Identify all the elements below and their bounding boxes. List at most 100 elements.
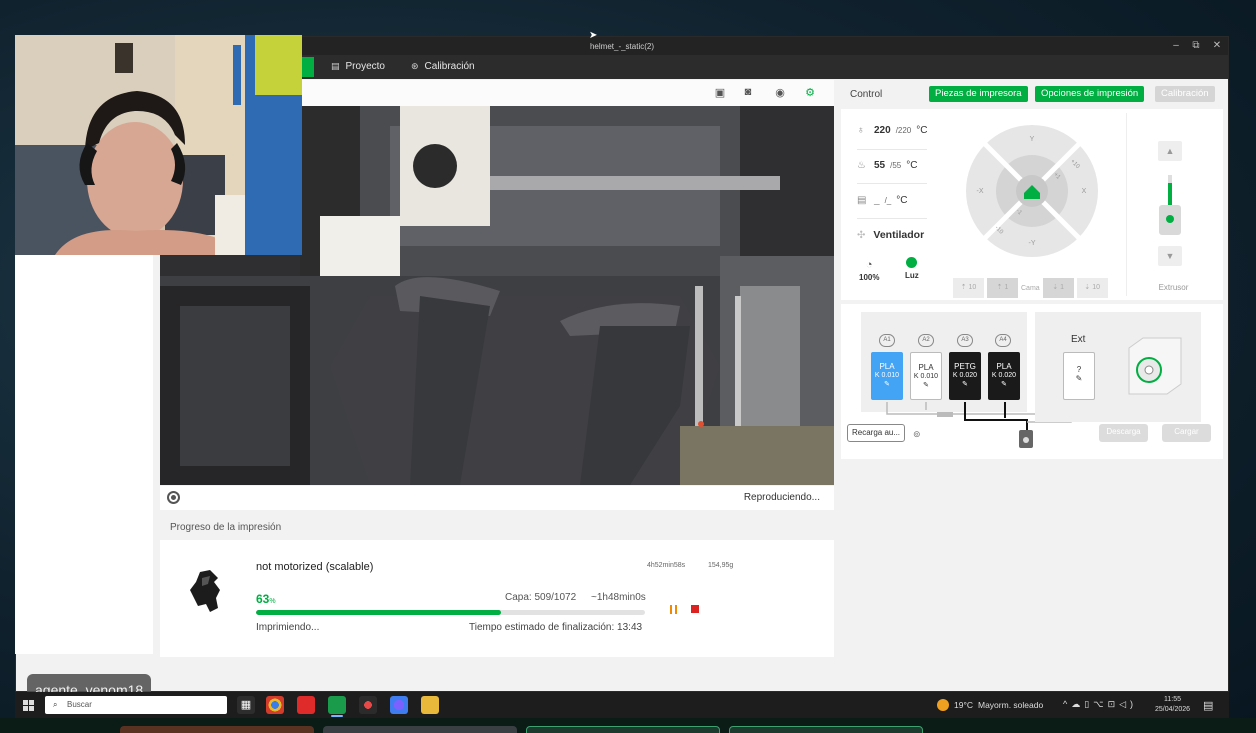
mouse-cursor-icon: ➤ <box>589 30 598 41</box>
nozzle-temp-row[interactable]: ♁ 220 /220 °C <box>857 125 928 136</box>
taskbar-search-box[interactable]: ⌕ Buscar <box>45 696 227 714</box>
search-placeholder: Buscar <box>67 700 92 709</box>
background-card <box>323 726 517 733</box>
fan-control[interactable]: ✣ Ventilador <box>857 229 924 241</box>
windows-taskbar: ⌕ Buscar ▦ 19°C Mayorm. soleado ^☁▯⌥⊡◁) … <box>15 692 1229 718</box>
usb-icon: ⌥ <box>1093 699 1108 709</box>
calibration-button[interactable]: Calibración <box>1155 86 1215 102</box>
auto-refill-button[interactable]: Recarga au... <box>847 424 906 442</box>
light-label: Luz <box>905 271 919 280</box>
layer-counter: Capa: 509/1072 <box>505 592 577 603</box>
streamer-webcam <box>15 35 302 255</box>
speedometer-icon: ◔ <box>865 259 873 271</box>
camera-playback-status: Reproduciendo... <box>743 492 820 503</box>
print-options-button[interactable]: Opciones de impresión <box>1035 86 1145 102</box>
ams-unit: A1 A2 A3 A4 PLA K 0.010 ✎ PLA K 0.010 ✎ PETG… <box>861 312 1027 412</box>
chamber-temp-unit: °C <box>896 195 908 206</box>
extruder-up-button[interactable]: ▲ <box>1158 141 1182 161</box>
bed-temp-row[interactable]: ♨ 55 /55 °C <box>857 160 917 171</box>
jog-x-plus: X <box>1082 188 1087 195</box>
pause-icon[interactable] <box>669 605 679 615</box>
light-control[interactable]: Luz <box>905 257 919 280</box>
device-list-panel <box>15 219 153 654</box>
project-icon: ▤ <box>331 61 340 71</box>
close-button[interactable]: ✕ <box>1211 40 1223 51</box>
bed-temp-target: /55 <box>890 161 902 170</box>
chamber-temp-target: /_ <box>884 196 892 205</box>
camera-record-icon[interactable]: ◙ <box>740 86 756 98</box>
file-explorer-icon[interactable] <box>421 696 439 714</box>
clock-time: 11:55 <box>1164 696 1182 703</box>
bed-down-1-button[interactable]: ⇣ 1 <box>1042 278 1074 298</box>
battery-icon: ▯ <box>1084 699 1094 709</box>
system-tray[interactable]: ^☁▯⌥⊡◁) <box>1063 699 1137 710</box>
background-card <box>526 726 720 733</box>
weather-widget[interactable]: 19°C Mayorm. soleado <box>937 699 1043 711</box>
edit-icon: ✎ <box>1001 381 1007 388</box>
jog-x-minus: -X <box>977 188 984 195</box>
external-spool-slot[interactable]: ? ✎ <box>1063 352 1095 400</box>
model-thumbnail <box>190 570 220 612</box>
estimated-finish: Tiempo estimado de finalización: 13:43 <box>469 622 643 633</box>
minimize-button[interactable]: – <box>1170 40 1182 51</box>
filament-weight: 154,95g <box>708 562 734 569</box>
youtube-icon[interactable] <box>297 696 315 714</box>
ams-slot-a2[interactable]: PLA K 0.010 ✎ <box>910 352 942 400</box>
sd-card-icon[interactable]: ▣ <box>712 86 728 99</box>
weather-desc: Mayorm. soleado <box>978 700 1044 710</box>
background-card <box>729 726 923 733</box>
webcam-icon[interactable]: ◉ <box>772 86 788 99</box>
axis-jog-wheel[interactable]: Y -Y X -X +10 +1 -1 -10 <box>966 125 1098 257</box>
speed-value: 100% <box>859 273 880 282</box>
ams-settings-icon[interactable]: ⊚ <box>913 429 921 440</box>
extruder-down-button[interactable]: ▼ <box>1158 246 1182 266</box>
extruder-controls: ▲ ▼ Extrusor <box>1126 113 1220 296</box>
speed-control[interactable]: ◔ 100% <box>859 259 879 282</box>
taskbar-clock[interactable]: 11:55 25/04/2026 <box>1155 695 1190 715</box>
ams-slot-a3[interactable]: PETG K 0.020 ✎ <box>949 352 981 400</box>
print-status: Imprimiendo... <box>256 622 320 633</box>
chamber-temp-current: _ <box>874 195 880 206</box>
unload-button[interactable]: Descarga <box>1099 424 1148 442</box>
chrome-icon[interactable] <box>266 696 284 714</box>
ams-slot-a1[interactable]: PLA K 0.010 ✎ <box>871 352 903 400</box>
sun-icon <box>937 699 949 711</box>
discord-icon[interactable] <box>390 696 408 714</box>
jog-y-minus: -Y <box>1029 240 1036 247</box>
control-title: Control <box>850 89 883 100</box>
edit-icon: ✎ <box>1075 374 1083 383</box>
bed-down-10-button[interactable]: ⇣ 10 <box>1076 278 1108 298</box>
notification-icon[interactable]: ▤ <box>1203 699 1213 712</box>
task-view-icon[interactable]: ▦ <box>237 696 255 714</box>
control-header: Control Piezas de impresora Opciones de … <box>839 82 1224 106</box>
background-card <box>120 726 314 733</box>
volume-icon: ◁) <box>1119 699 1138 709</box>
progress-bar-fill <box>256 610 502 615</box>
ams-panel: ◉ A1 A2 A3 A4 PLAK 0.010✎ PLAK 0.010✎ PE… <box>841 304 1223 459</box>
slot-label-a3: A3 <box>957 334 973 347</box>
tab-calibration[interactable]: ⊛ Calibración <box>411 61 475 72</box>
bed-up-10-button[interactable]: ⇡ 10 <box>953 278 984 298</box>
stop-icon[interactable] <box>691 605 699 613</box>
network-icon: ⊡ <box>1107 699 1120 709</box>
windows-start-icon[interactable] <box>23 700 34 711</box>
webcam-image <box>15 35 302 255</box>
settings-gear-icon[interactable]: ⚙ <box>802 86 818 99</box>
calibration-icon: ⊛ <box>411 61 419 71</box>
bed-up-1-button[interactable]: ⇡ 1 <box>987 278 1018 298</box>
chamber-temp-row[interactable]: ▤ _ /_ °C <box>857 195 907 206</box>
bambu-studio-icon[interactable] <box>328 696 346 717</box>
extruder-label: Extrusor <box>1158 283 1189 292</box>
obs-icon[interactable] <box>359 696 377 714</box>
tab-project-label: Proyecto <box>345 61 385 72</box>
fan-icon: ✣ <box>857 229 866 241</box>
record-toggle-icon[interactable] <box>167 491 180 504</box>
restore-button[interactable]: ⧉ <box>1190 40 1202 51</box>
tab-project[interactable]: ▤ Proyecto <box>331 61 385 72</box>
external-spool-unit: Ext ? ✎ <box>1035 312 1201 422</box>
progress-bar <box>256 610 645 615</box>
lightbulb-icon <box>906 257 918 268</box>
printer-parts-button[interactable]: Piezas de impresora <box>929 86 1028 102</box>
ams-slot-a4[interactable]: PLA K 0.020 ✎ <box>988 352 1020 400</box>
load-button[interactable]: Cargar <box>1162 424 1211 442</box>
